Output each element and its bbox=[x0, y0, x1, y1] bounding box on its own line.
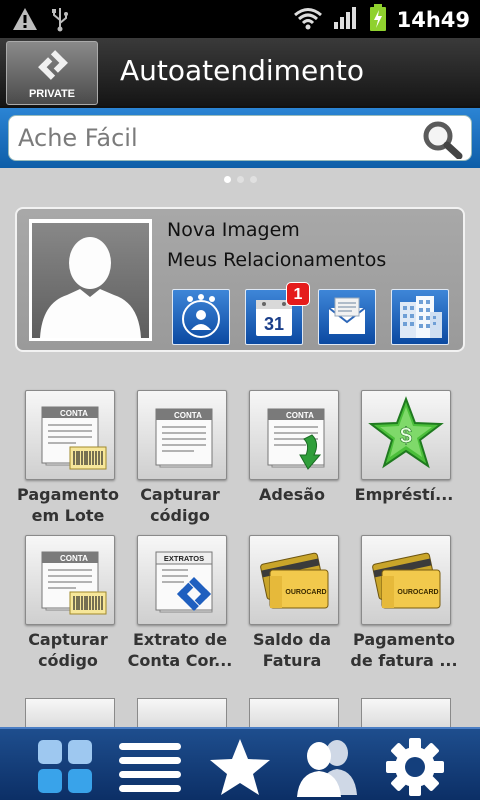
bill-barcode-icon: CONTA bbox=[41, 551, 107, 615]
app-header: PRIVATE Autoatendimento bbox=[0, 38, 480, 108]
grid-item-label: Saldo da Fatura bbox=[252, 630, 332, 670]
bill-icon: CONTA bbox=[155, 408, 213, 468]
profile-line-new-image[interactable]: Nova Imagem bbox=[167, 219, 300, 241]
grid-item-label: Empréstí... bbox=[354, 485, 454, 504]
credit-cards-icon: OUROCARD bbox=[260, 552, 329, 609]
svg-text:EXTRATOS: EXTRATOS bbox=[164, 554, 204, 563]
signal-icon bbox=[333, 6, 359, 34]
profile-card: Nova Imagem Meus Relacionamentos 31 1 bbox=[15, 207, 465, 352]
search-icon bbox=[423, 121, 463, 160]
relationship-manager-button[interactable] bbox=[172, 289, 230, 345]
grid-item-label: Adesão bbox=[259, 485, 325, 504]
grid-item-partial[interactable] bbox=[25, 698, 115, 728]
bottom-navigation-bar bbox=[0, 727, 480, 800]
bill-barcode-icon: CONTA bbox=[41, 406, 107, 470]
svg-text:$: $ bbox=[400, 423, 412, 448]
logo-label: PRIVATE bbox=[28, 88, 76, 100]
contacts-button[interactable] bbox=[293, 737, 363, 797]
calendar-button[interactable]: 31 1 bbox=[245, 282, 310, 345]
bill-arrow-icon: CONTA bbox=[267, 408, 325, 470]
grid-item-pagamento-de-fatura[interactable]: OUROCARD Pagamento de fatura ... bbox=[348, 535, 460, 675]
page-indicator bbox=[0, 176, 480, 188]
battery-charging-icon bbox=[369, 4, 387, 36]
svg-text:CONTA: CONTA bbox=[60, 554, 88, 563]
contacts-icon bbox=[297, 740, 357, 797]
svg-text:CONTA: CONTA bbox=[286, 411, 314, 420]
favorites-star-icon bbox=[210, 739, 270, 795]
tile: CONTA bbox=[25, 390, 115, 480]
statement-icon: EXTRATOS bbox=[155, 551, 213, 613]
page-dot bbox=[249, 176, 257, 183]
grid-item-pagamento-em-lote[interactable]: CONTA Pagamento em Lote bbox=[12, 390, 124, 530]
favorites-button[interactable] bbox=[205, 737, 275, 797]
buildings-icon bbox=[400, 296, 442, 338]
svg-text:OUROCARD: OUROCARD bbox=[397, 589, 438, 596]
bank-logo-icon bbox=[38, 50, 68, 80]
grid-item-label: Extrato de Conta Cor... bbox=[127, 630, 233, 670]
grid-item-label: Capturar código bbox=[28, 630, 108, 670]
grid-item-partial[interactable] bbox=[249, 698, 339, 728]
status-bar: 14h49 bbox=[0, 0, 480, 38]
status-time: 14h49 bbox=[396, 8, 470, 32]
tile: CONTA bbox=[137, 390, 227, 480]
tile: CONTA bbox=[25, 535, 115, 625]
calendar-day: 31 bbox=[264, 314, 284, 334]
grid-item-saldo-da-fatura[interactable]: OUROCARD Saldo da Fatura bbox=[236, 535, 348, 675]
grid-item-label: Capturar código bbox=[140, 485, 220, 525]
notification-badge: 1 bbox=[286, 282, 310, 306]
mail-icon bbox=[328, 297, 366, 334]
grid-item-emprestimo[interactable]: $ Empréstí... bbox=[348, 390, 460, 530]
credit-cards-icon: OUROCARD bbox=[372, 552, 441, 609]
search-field bbox=[8, 115, 472, 161]
page-title: Autoatendimento bbox=[120, 54, 365, 87]
grid-item-capturar-codigo-2[interactable]: CONTA Capturar código bbox=[12, 535, 124, 675]
app-logo[interactable]: PRIVATE bbox=[6, 41, 98, 105]
svg-text:OUROCARD: OUROCARD bbox=[285, 589, 326, 596]
profile-line-relationships[interactable]: Meus Relacionamentos bbox=[167, 249, 386, 271]
grid-item-extrato-conta-corrente[interactable]: EXTRATOS Extrato de Conta Cor... bbox=[124, 535, 236, 675]
relationship-manager-icon bbox=[182, 294, 220, 338]
page-dot bbox=[223, 176, 231, 183]
buildings-button[interactable] bbox=[391, 289, 449, 345]
search-input[interactable] bbox=[9, 116, 409, 160]
wifi-icon bbox=[293, 6, 323, 34]
tile: $ bbox=[361, 390, 451, 480]
grid-item-partial[interactable] bbox=[137, 698, 227, 728]
person-silhouette-icon bbox=[40, 237, 141, 338]
settings-gear-icon bbox=[386, 738, 444, 796]
svg-text:CONTA: CONTA bbox=[60, 409, 88, 418]
search-button[interactable] bbox=[421, 119, 465, 160]
grid-item-capturar-codigo[interactable]: CONTA Capturar código bbox=[124, 390, 236, 530]
list-view-button[interactable] bbox=[115, 737, 185, 797]
money-star-icon: $ bbox=[368, 396, 444, 469]
tile: OUROCARD bbox=[361, 535, 451, 625]
tile: EXTRATOS bbox=[137, 535, 227, 625]
grid-item-label: Pagamento em Lote bbox=[17, 485, 119, 525]
settings-button[interactable] bbox=[380, 737, 450, 797]
tile: OUROCARD bbox=[249, 535, 339, 625]
grid-view-button[interactable] bbox=[30, 737, 100, 797]
warning-icon bbox=[12, 7, 38, 35]
avatar[interactable] bbox=[29, 219, 152, 341]
page-dot bbox=[236, 176, 244, 183]
usb-icon bbox=[50, 6, 70, 36]
list-view-icon bbox=[119, 743, 181, 792]
tile: CONTA bbox=[249, 390, 339, 480]
mail-button[interactable] bbox=[318, 289, 376, 345]
svg-text:CONTA: CONTA bbox=[174, 411, 202, 420]
grid-item-label: Pagamento de fatura ... bbox=[350, 630, 458, 670]
grid-item-adesao[interactable]: CONTA Adesão bbox=[236, 390, 348, 530]
grid-view-icon bbox=[38, 740, 92, 793]
search-bar bbox=[0, 108, 480, 168]
grid-item-partial[interactable] bbox=[361, 698, 451, 728]
